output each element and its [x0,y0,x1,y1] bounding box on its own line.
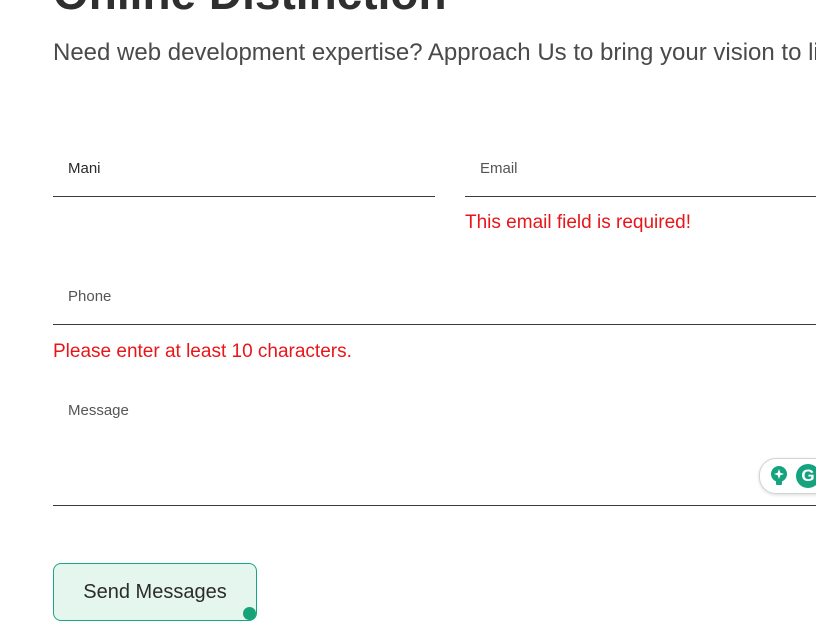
button-status-dot [243,607,256,620]
grammarly-widget[interactable]: G [759,458,816,494]
phone-error-message: Please enter at least 10 characters. [53,341,352,362]
email-error-message: This email field is required! [465,212,691,233]
name-field [53,140,435,197]
email-field [465,140,816,197]
phone-field [53,268,816,325]
intro-text: Need web development expertise? Approach… [53,39,816,66]
send-messages-button[interactable]: Send Messages [53,563,257,621]
email-input[interactable] [465,140,816,196]
section-heading: Online Distinction [53,0,447,16]
name-input[interactable] [53,140,435,196]
bulb-icon[interactable] [769,465,789,487]
grammarly-icon[interactable]: G [796,464,816,488]
phone-input[interactable] [53,268,816,324]
contact-page: Online Distinction Need web development … [0,0,816,641]
message-field [53,390,816,506]
message-input[interactable] [53,390,816,505]
